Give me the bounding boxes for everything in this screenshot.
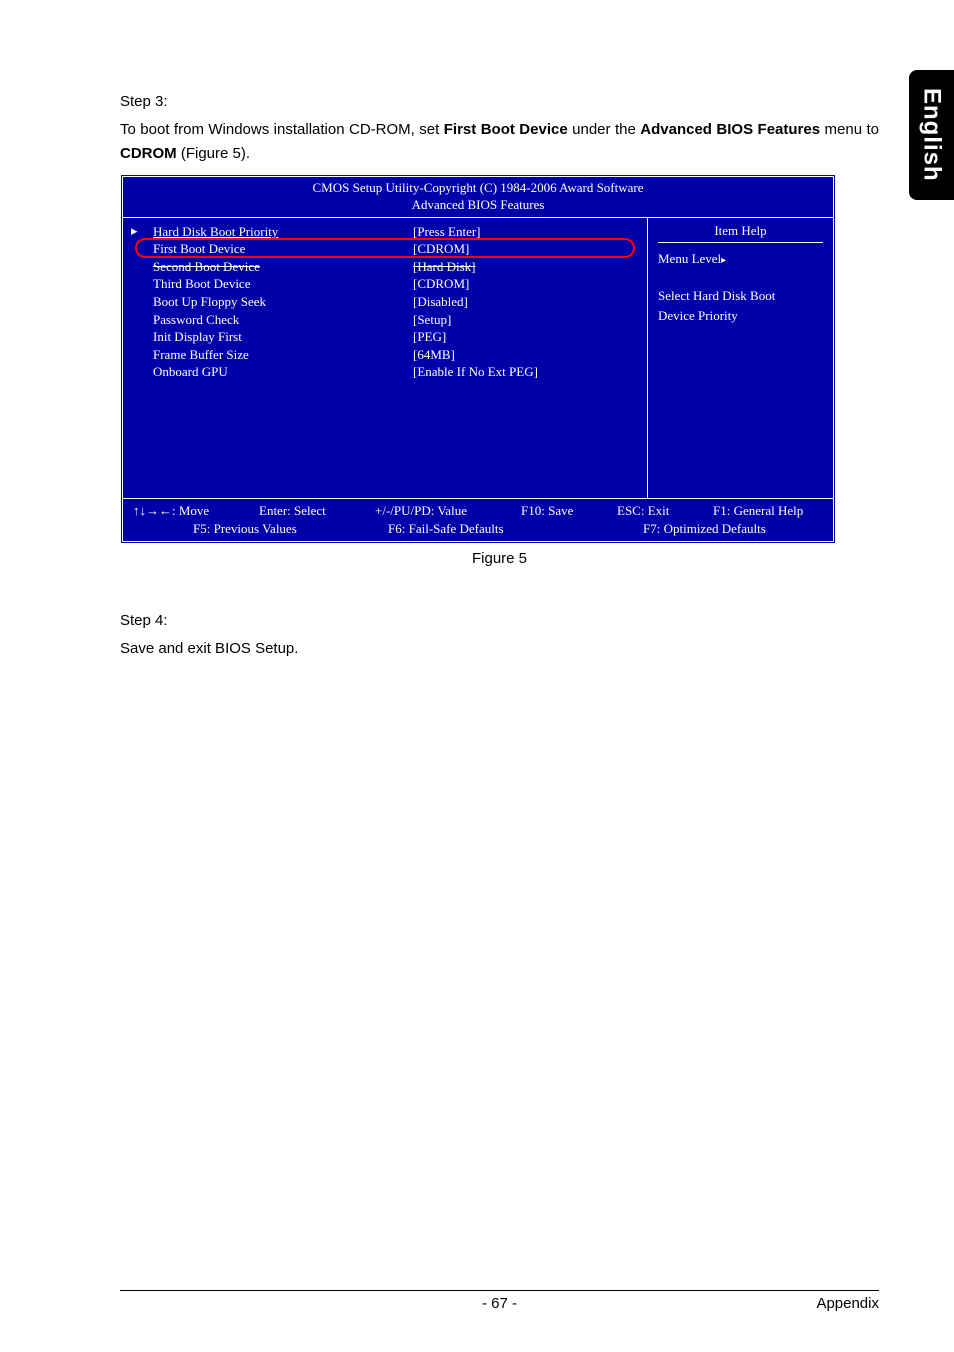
footer-save: F10: Save [521, 502, 591, 520]
text-pre: To boot from Windows installation CD-ROM… [120, 121, 444, 138]
footer-row2: F5: Previous Values F6: Fail-Safe Defaul… [133, 520, 823, 538]
bios-value: [CDROM] [413, 275, 637, 293]
bios-value: [64MB] [413, 346, 637, 364]
footer-help: F1: General Help [713, 502, 823, 520]
help-line2: Device Priority [658, 306, 823, 326]
text-bold1: First Boot Device [444, 121, 568, 138]
bios-help-panel: Item Help Menu Level▸ Select Hard Disk B… [648, 218, 833, 498]
footer-move: ↑↓→←: Move [133, 502, 233, 520]
figure-caption: Figure 5 [120, 550, 879, 567]
bios-label: Init Display First [133, 328, 413, 346]
bios-label: First Boot Device [133, 240, 413, 258]
bios-label: Hard Disk Boot Priority [133, 223, 413, 241]
bios-row: Second Boot Device [Hard Disk] [133, 258, 637, 276]
text-post: (Figure 5). [177, 145, 250, 162]
footer-select: Enter: Select [259, 502, 349, 520]
appendix-label: Appendix [816, 1295, 879, 1312]
text-mid2: menu to [820, 121, 879, 138]
bios-body: ▸ Hard Disk Boot Priority [Press Enter] … [123, 217, 833, 498]
page-number: - 67 - [482, 1295, 517, 1312]
menu-arrow-icon: ▸ [721, 255, 726, 266]
footer-prev: F5: Previous Values [133, 520, 323, 538]
footer-optimized: F7: Optimized Defaults [643, 520, 823, 538]
bios-label: Second Boot Device [133, 258, 413, 276]
help-line1: Select Hard Disk Boot [658, 286, 823, 306]
footer-value: +/-/PU/PD: Value [375, 502, 495, 520]
text-bold3: CDROM [120, 145, 177, 162]
text-bold2: Advanced BIOS Features [640, 121, 820, 138]
step4-label: Step 4: [120, 609, 879, 633]
bios-title2: Advanced BIOS Features [123, 197, 833, 214]
bios-row: Onboard GPU [Enable If No Ext PEG] [133, 363, 637, 381]
bios-row: Init Display First [PEG] [133, 328, 637, 346]
bios-left-panel: ▸ Hard Disk Boot Priority [Press Enter] … [123, 218, 648, 498]
footer-failsafe: F6: Fail-Safe Defaults [388, 520, 578, 538]
step4-section: Step 4: Save and exit BIOS Setup. [120, 609, 879, 661]
bios-label: Boot Up Floppy Seek [133, 293, 413, 311]
bios-row: Boot Up Floppy Seek [Disabled] [133, 293, 637, 311]
bios-value: [Hard Disk] [413, 258, 637, 276]
language-label: English [918, 88, 946, 182]
bios-value: [Disabled] [413, 293, 637, 311]
page-footer: - 67 - Appendix [120, 1290, 879, 1312]
bios-row: Hard Disk Boot Priority [Press Enter] [133, 223, 637, 241]
text-mid1: under the [568, 121, 641, 138]
bios-label: Third Boot Device [133, 275, 413, 293]
step3-instruction: To boot from Windows installation CD-ROM… [120, 118, 879, 166]
bios-label: Frame Buffer Size [133, 346, 413, 364]
footer-exit: ESC: Exit [617, 502, 687, 520]
bios-header: CMOS Setup Utility-Copyright (C) 1984-20… [123, 177, 833, 217]
help-content: Menu Level▸ Select Hard Disk Boot Device… [658, 249, 823, 326]
bios-label: Password Check [133, 311, 413, 329]
bios-title1: CMOS Setup Utility-Copyright (C) 1984-20… [123, 180, 833, 197]
menu-level: Menu Level▸ [658, 249, 823, 269]
bios-value: [Enable If No Ext PEG] [413, 363, 637, 381]
step4-text: Save and exit BIOS Setup. [120, 637, 879, 661]
page-content: Step 3: To boot from Windows installatio… [0, 0, 954, 661]
bios-row: Third Boot Device [CDROM] [133, 275, 637, 293]
step3-label: Step 3: [120, 90, 879, 114]
bios-value: [Press Enter] [413, 223, 637, 241]
language-tab: English [909, 70, 954, 200]
bios-value: [Setup] [413, 311, 637, 329]
bios-value: [CDROM] [413, 240, 637, 258]
bios-row: Frame Buffer Size [64MB] [133, 346, 637, 364]
bios-label: Onboard GPU [133, 363, 413, 381]
help-title: Item Help [658, 223, 823, 243]
footer-row1: ↑↓→←: Move Enter: Select +/-/PU/PD: Valu… [133, 502, 823, 520]
bios-screenshot: CMOS Setup Utility-Copyright (C) 1984-20… [120, 174, 836, 544]
bios-value: [PEG] [413, 328, 637, 346]
bios-footer: ↑↓→←: Move Enter: Select +/-/PU/PD: Valu… [123, 498, 833, 541]
bios-row: Password Check [Setup] [133, 311, 637, 329]
selection-pointer: ▸ [131, 223, 138, 239]
bios-row: First Boot Device [CDROM] [133, 240, 637, 258]
